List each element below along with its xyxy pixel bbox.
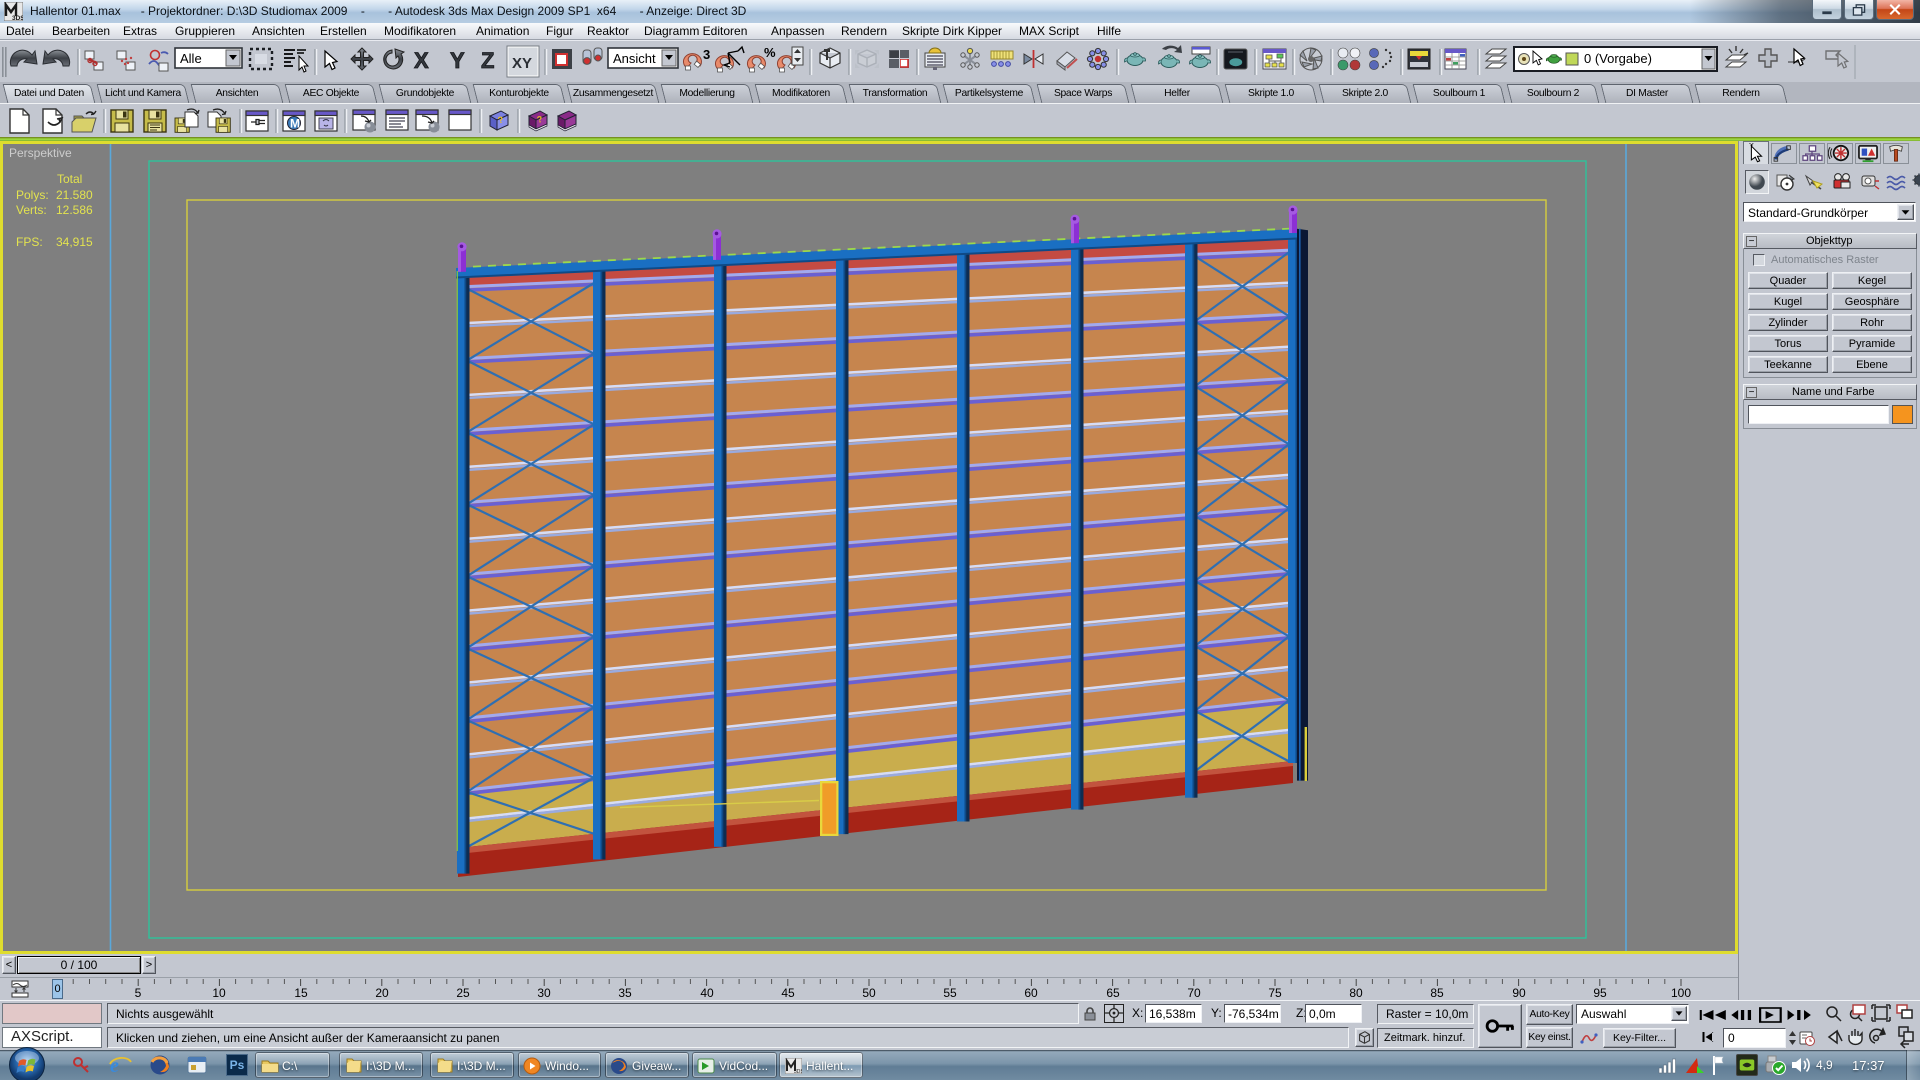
- svg-text:%: %: [764, 45, 776, 60]
- svg-text:Ansicht: Ansicht: [613, 51, 656, 66]
- svg-text:0 (Vorgabe): 0 (Vorgabe): [1584, 51, 1652, 66]
- svg-text:Z: Z: [481, 48, 494, 73]
- svg-text:Alle: Alle: [180, 51, 202, 66]
- svg-text:M: M: [290, 117, 300, 131]
- svg-text:3: 3: [703, 47, 710, 62]
- svg-text:X: X: [414, 48, 429, 73]
- svg-text:XY: XY: [512, 55, 532, 72]
- svg-text:3DS: 3DS: [12, 15, 23, 21]
- svg-text:3DS: 3DS: [794, 1069, 802, 1074]
- svg-text:Y: Y: [450, 48, 465, 73]
